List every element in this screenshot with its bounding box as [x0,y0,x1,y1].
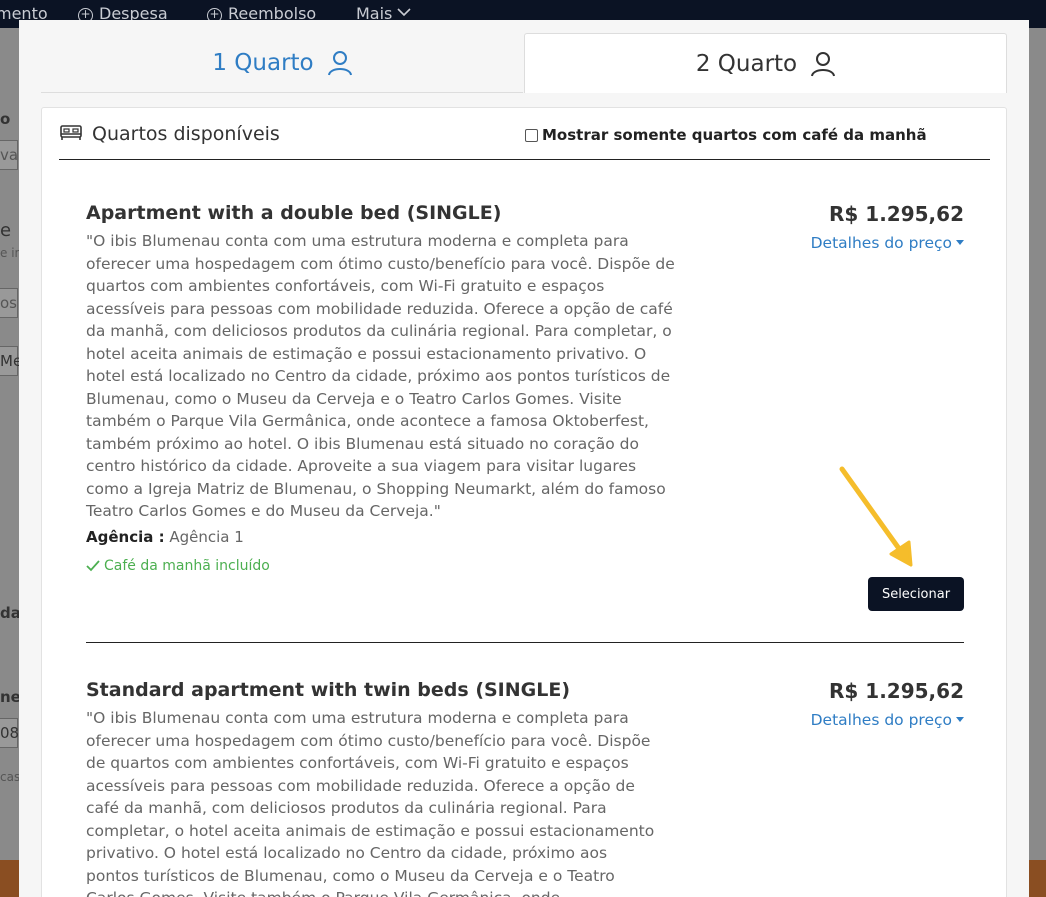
tab-label: 1 Quarto [212,49,314,76]
tab-label: 2 Quarto [695,50,798,77]
room-agency: Agência : Agência 1 [86,528,244,546]
room-name: Standard apartment with twin beds (SINGL… [86,679,571,701]
bg-fragment: cas [0,770,21,784]
price-details-link[interactable]: Detalhes do preço [811,711,964,729]
breakfast-only-filter[interactable]: Mostrar somente quartos com café da manh… [525,126,927,144]
select-room-button[interactable]: Selecionar [868,577,964,611]
bg-fragment: os [0,294,17,312]
room-card: Standard apartment with twin beds (SINGL… [86,679,964,897]
room-selection-modal: 1 Quarto 2 Quarto Quartos disponíveis Mo… [19,20,1029,897]
check-icon [86,560,100,572]
bg-fragment: o [0,110,11,128]
panel-header: Quartos disponíveis Mostrar somente quar… [59,108,990,160]
price-details-link[interactable]: Detalhes do preço [811,234,964,252]
room-name: Apartment with a double bed (SINGLE) [86,202,502,224]
bed-icon [60,125,82,140]
breakfast-included-badge: Café da manhã incluído [86,558,270,574]
breakfast-only-checkbox[interactable] [525,128,538,142]
chevron-down-icon [397,8,412,17]
annotation-arrow [839,466,913,567]
bg-fragment: ne [0,688,21,706]
tab-room-1[interactable]: 1 Quarto [41,33,523,93]
bg-fragment: e [0,220,12,241]
caret-down-icon [956,717,964,722]
panel-title: Quartos disponíveis [92,123,280,145]
room-description: "O ibis Blumenau conta com uma estrutura… [86,232,675,520]
user-icon [811,51,836,76]
user-icon [327,50,352,75]
bg-fragment: va [0,146,19,164]
tab-room-2[interactable]: 2 Quarto [524,33,1007,93]
bg-fragment: da [0,604,21,622]
room-card: Apartment with a double bed (SINGLE) "O … [86,202,964,643]
agency-value: Agência 1 [169,528,244,546]
room-description: "O ibis Blumenau conta com uma estrutura… [86,709,655,897]
caret-down-icon [956,240,964,245]
agency-label: Agência : [86,528,165,546]
breakfast-only-label: Mostrar somente quartos com café da manh… [542,126,927,144]
room-price: R$ 1.295,62 [829,679,964,703]
room-price: R$ 1.295,62 [829,202,964,226]
